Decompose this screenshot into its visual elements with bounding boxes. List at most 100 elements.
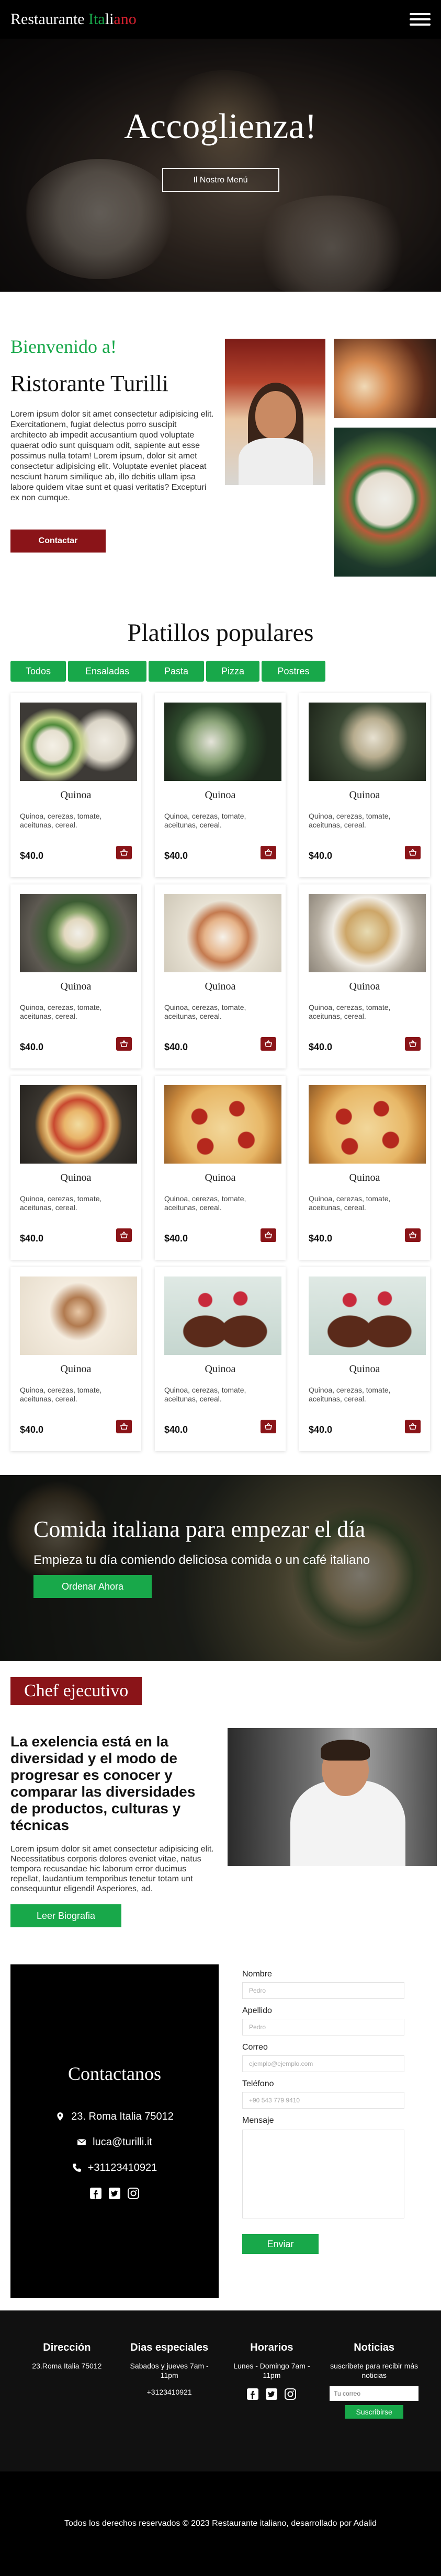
dish-price: $40.0 [164,1424,188,1435]
dish-price: $40.0 [20,850,44,861]
tab-pasta[interactable]: Pasta [149,661,204,682]
contact-email[interactable]: luca@turilli.it [77,2136,152,2148]
dish-price: $40.0 [164,1233,188,1244]
shopping-basket-icon[interactable] [261,1228,276,1242]
welcome-gallery [225,318,436,582]
dish-price: $40.0 [164,1042,188,1052]
dish-description: Quinoa, cerezas, tomate, aceitunas, cere… [309,1386,391,1403]
dish-card[interactable]: Quinoa Quinoa, cerezas, tomate, aceituna… [155,1076,286,1260]
dish-image [20,1085,137,1164]
shopping-basket-icon[interactable] [405,1420,421,1433]
dish-price: $40.0 [20,1042,44,1052]
dish-title: Quinoa [60,981,92,992]
popular-dishes-section: Platillos populares Todos Ensaladas Past… [0,618,441,1451]
dish-image [20,1276,137,1355]
email-field[interactable] [242,2055,404,2072]
dish-card[interactable]: Quinoa Quinoa, cerezas, tomate, aceituna… [10,693,141,877]
footer-hours-title: Horarios [250,2342,293,2353]
dish-description: Quinoa, cerezas, tomate, aceitunas, cere… [164,1386,246,1403]
contact-form: Nombre Apellido Correo Teléfono Mensaje … [242,1970,404,2310]
dish-card[interactable]: Quinoa Quinoa, cerezas, tomate, aceituna… [155,693,286,877]
phone-icon [72,2164,81,2172]
chef-body: Lorem ipsum dolor sit amet consectetur a… [10,1845,214,1893]
footer-hours-column: Horarios Lunes - Domingo 7am - 11pm [224,2342,319,2471]
dish-title: Quinoa [205,1363,236,1375]
footer-news-title: Noticias [354,2342,395,2353]
tab-salads[interactable]: Ensaladas [68,661,146,682]
dish-description: Quinoa, cerezas, tomate, aceitunas, cere… [20,812,102,829]
hamburger-line [410,18,431,20]
hamburger-icon[interactable] [410,13,431,26]
dish-description: Quinoa, cerezas, tomate, aceitunas, cere… [164,1003,246,1020]
twitter-icon[interactable] [265,2387,278,2401]
shopping-basket-icon[interactable] [261,1037,276,1051]
dish-description: Quinoa, cerezas, tomate, aceitunas, cere… [309,1003,391,1020]
chef-heading: La exelencia está en la diversidad y el … [10,1733,196,1833]
chef-photo [228,1728,437,1866]
dish-description: Quinoa, cerezas, tomate, aceitunas, cere… [20,1003,102,1020]
dish-card[interactable]: Quinoa Quinoa, cerezas, tomate, aceituna… [10,1076,141,1260]
dish-title: Quinoa [349,789,380,801]
instagram-icon[interactable] [127,2187,140,2200]
shopping-basket-icon[interactable] [405,846,421,859]
shopping-basket-icon[interactable] [405,1228,421,1242]
dish-title: Quinoa [349,1363,380,1375]
dish-price: $40.0 [309,1424,333,1435]
message-field[interactable] [242,2130,404,2218]
footer-news-text: suscribete para recibir más noticias [330,2362,419,2379]
instagram-icon[interactable] [284,2387,297,2401]
contact-phone[interactable]: +31123410921 [72,2162,157,2174]
dish-title: Quinoa [60,1363,92,1375]
copyright-text: Todos los derechos reservados © 2023 Res… [64,2519,377,2528]
facebook-icon[interactable] [89,2187,103,2200]
dish-card[interactable]: Quinoa Quinoa, cerezas, tomate, aceituna… [155,1267,286,1451]
dish-card[interactable]: Quinoa Quinoa, cerezas, tomate, aceituna… [299,693,430,877]
last-name-field[interactable] [242,2019,404,2036]
shopping-basket-icon[interactable] [261,1420,276,1433]
shopping-basket-icon[interactable] [116,1037,132,1051]
tab-desserts[interactable]: Postres [262,661,325,682]
welcome-text: Bienvenido a! Ristorante Turilli Lorem i… [10,318,214,582]
our-menu-button[interactable]: Il Nostro Menú [162,168,279,192]
name-field[interactable] [242,1982,404,1999]
dish-description: Quinoa, cerezas, tomate, aceitunas, cere… [164,1194,246,1212]
footer-days-column: Dias especiales Sabados y jueves 7am - 1… [122,2342,217,2471]
hero-section: Accoglienza! Il Nostro Menú [0,39,441,292]
shopping-basket-icon[interactable] [405,1037,421,1051]
dish-image [164,1276,281,1355]
dish-card[interactable]: Quinoa Quinoa, cerezas, tomate, aceituna… [10,1267,141,1451]
dish-card[interactable]: Quinoa Quinoa, cerezas, tomate, aceituna… [299,1267,430,1451]
dish-description: Quinoa, cerezas, tomate, aceitunas, cere… [309,1194,391,1212]
shopping-basket-icon[interactable] [261,846,276,859]
dish-card[interactable]: Quinoa Quinoa, cerezas, tomate, aceituna… [155,884,286,1068]
subscribe-button[interactable]: Suscribirse [345,2405,404,2419]
twitter-icon[interactable] [108,2187,121,2200]
hero-title: Accoglienza! [124,106,317,146]
dish-card[interactable]: Quinoa Quinoa, cerezas, tomate, aceituna… [10,884,141,1068]
contact-phone-text: +31123410921 [87,2161,157,2174]
hamburger-line [410,24,431,26]
contact-social-links [89,2187,140,2200]
dish-price: $40.0 [164,850,188,861]
dish-title: Quinoa [60,789,92,801]
brand-logo[interactable]: Restaurante Italiano [10,10,137,28]
read-biography-button[interactable]: Leer Biografia [10,1904,121,1927]
dish-price: $40.0 [309,1233,333,1244]
tab-all[interactable]: Todos [10,661,66,682]
phone-field[interactable] [242,2092,404,2109]
tab-pizza[interactable]: Pizza [206,661,259,682]
contact-button[interactable]: Contactar [10,530,106,553]
brand-it-green: Ita [88,10,105,28]
dish-card[interactable]: Quinoa Quinoa, cerezas, tomate, aceituna… [299,884,430,1068]
shopping-basket-icon[interactable] [116,1228,132,1242]
order-now-button[interactable]: Ordenar Ahora [33,1575,152,1598]
shopping-basket-icon[interactable] [116,846,132,859]
newsletter-email-input[interactable] [330,2386,419,2401]
facebook-icon[interactable] [246,2387,259,2401]
dish-price: $40.0 [20,1424,44,1435]
send-button[interactable]: Enviar [242,2234,319,2254]
footer-news-column: Noticias suscribete para recibir más not… [327,2342,421,2471]
chef-section: Chef ejecutivo La exelencia está en la d… [0,1661,441,1949]
shopping-basket-icon[interactable] [116,1420,132,1433]
dish-card[interactable]: Quinoa Quinoa, cerezas, tomate, aceituna… [299,1076,430,1260]
